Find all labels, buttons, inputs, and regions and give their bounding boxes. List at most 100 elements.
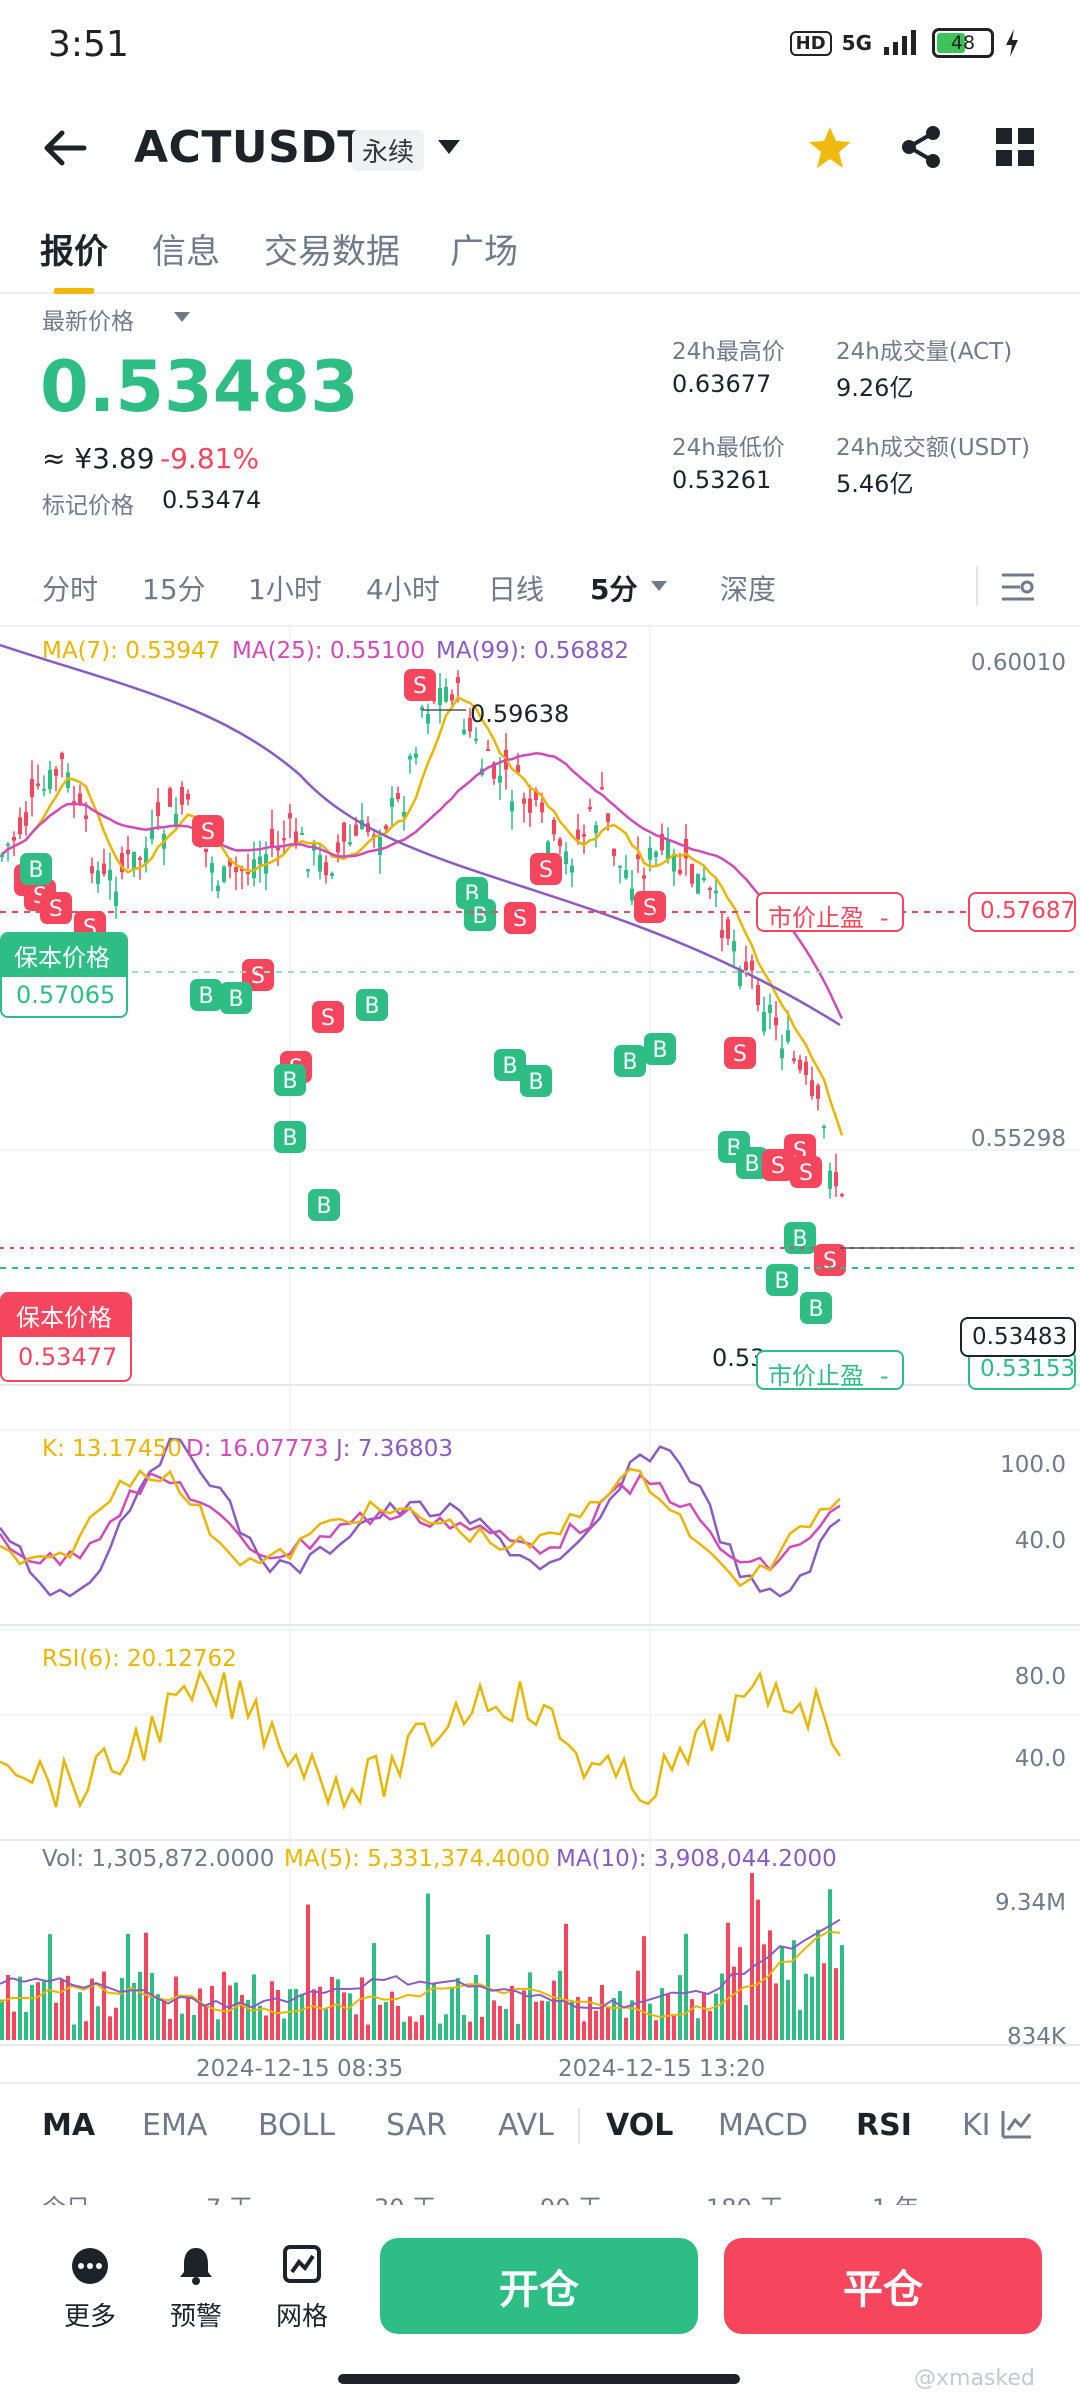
volume-bar (18, 1976, 22, 2040)
sell-marker: S (634, 891, 666, 923)
candle-body (612, 848, 616, 856)
candle-body (624, 870, 628, 879)
tf-1d[interactable]: 日线 (488, 568, 544, 608)
candle-body (618, 865, 622, 868)
sell-marker: S (404, 669, 436, 701)
tf-4h[interactable]: 4小时 (366, 568, 440, 608)
tf-divider (976, 566, 978, 606)
volume-bar (258, 2005, 262, 2040)
candle-body (444, 686, 448, 702)
kline-chart[interactable]: SSSBSBSSSBBSBBBBSSSBBSBBSBBSSSBBBSBB (0, 625, 1080, 2095)
tf-caret-icon[interactable] (650, 580, 668, 592)
more-label[interactable]: 更多 (50, 2296, 130, 2333)
volume-bar (648, 2003, 652, 2040)
ma99-legend: MA(99): 0.56882 (436, 638, 629, 664)
ind-sar[interactable]: SAR (386, 2108, 447, 2143)
breakeven-lower-tag[interactable]: 保本价格 0.53477 (0, 1292, 132, 1382)
volume-bar (372, 1943, 376, 2040)
tab-indicator (54, 288, 94, 294)
ind-kdj[interactable]: KI (962, 2108, 991, 2143)
hd-icon: HD (789, 30, 832, 56)
candle-body (528, 798, 532, 813)
svg-text:B: B (744, 1152, 759, 1177)
volume-bar (432, 1983, 436, 2040)
price-caret-icon[interactable] (172, 310, 192, 324)
vol-axis-top: 9.34M (994, 1890, 1066, 1916)
tab-trading-data[interactable]: 交易数据 (264, 224, 400, 273)
caret-down-icon[interactable] (436, 138, 462, 156)
volume-bar (42, 1981, 46, 2040)
tab-quote[interactable]: 报价 (40, 224, 108, 273)
symbol-title[interactable]: ACTUSDT (134, 122, 368, 173)
tab-square[interactable]: 广场 (450, 224, 518, 273)
volume-bar (792, 1940, 796, 2040)
ind-macd[interactable]: MACD (718, 2108, 808, 2143)
tf-15m[interactable]: 15分 (142, 568, 206, 608)
grid-label[interactable]: 网格 (262, 2296, 342, 2333)
volume-bar (126, 1933, 130, 2040)
tp-upper-tag[interactable]: 市价止盈 - (756, 892, 904, 932)
candle-body (324, 862, 328, 876)
grid-bot-icon[interactable] (282, 2244, 322, 2284)
volume-bar (318, 1986, 322, 2040)
tp-lower-tag[interactable]: 市价止盈 - (756, 1350, 904, 1390)
volume-bar (534, 2001, 538, 2040)
volume-bar (168, 2018, 172, 2040)
last-price-label[interactable]: 最新价格 (42, 302, 134, 336)
svg-text:S: S (413, 674, 427, 699)
tf-1h[interactable]: 1小时 (248, 568, 322, 608)
vol-ma5-label: MA(5): 5,331,374.4000 (284, 1846, 551, 1872)
bell-icon[interactable] (176, 2244, 216, 2286)
ind-avl[interactable]: AVL (498, 2108, 554, 2143)
volume-bar (30, 1984, 34, 2040)
back-arrow-icon[interactable] (42, 128, 88, 168)
volume-bar (192, 2015, 196, 2040)
close-position-button[interactable]: 平仓 (724, 2238, 1042, 2334)
candle-body (768, 1004, 772, 1013)
svg-text:S: S (201, 820, 215, 845)
mark-price-label: 标记价格 (42, 493, 134, 519)
svg-text:B: B (528, 1070, 543, 1095)
network-label: 5G (841, 31, 872, 55)
candle-body (30, 779, 34, 798)
chart-settings-icon[interactable] (1000, 572, 1036, 602)
open-position-button[interactable]: 开仓 (380, 2238, 698, 2334)
svg-text:B: B (282, 1069, 297, 1094)
ind-vol[interactable]: VOL (606, 2108, 673, 2143)
candle-body (132, 851, 136, 870)
share-icon[interactable] (898, 124, 944, 170)
ind-rsi[interactable]: RSI (856, 2108, 912, 2143)
candle-body (60, 753, 64, 760)
star-icon[interactable] (806, 124, 854, 172)
tf-depth[interactable]: 深度 (720, 568, 776, 608)
high-marker-label: 0.59638 (470, 700, 570, 728)
home-indicator (338, 2374, 740, 2384)
candle-body (204, 848, 208, 853)
candle-body (384, 825, 388, 830)
volume-bar (504, 2008, 508, 2040)
volume-bar (384, 2001, 388, 2040)
ind-boll[interactable]: BOLL (258, 2108, 335, 2143)
kdj-axis-top: 100.0 (1000, 1452, 1066, 1478)
more-icon[interactable] (70, 2246, 110, 2286)
ind-ema[interactable]: EMA (142, 2108, 207, 2143)
candle-body (348, 842, 352, 845)
alert-label[interactable]: 预警 (156, 2296, 236, 2333)
vol-label: Vol: 1,305,872.0000 (42, 1846, 275, 1872)
indicator-settings-icon[interactable] (1000, 2108, 1034, 2140)
tf-line[interactable]: 分时 (42, 568, 98, 608)
volume-bar (564, 1923, 568, 2040)
tab-info[interactable]: 信息 (152, 224, 220, 273)
tf-5m[interactable]: 5分 (590, 568, 637, 608)
breakeven-upper-tag[interactable]: 保本价格 0.57065 (0, 932, 128, 1018)
candle-body (390, 797, 394, 807)
candle-body (414, 753, 418, 758)
current-price-tag: 0.53483 (960, 1317, 1076, 1357)
grid-menu-icon[interactable] (994, 126, 1036, 168)
volume-bar (396, 2005, 400, 2040)
ind-ma[interactable]: MA (42, 2108, 95, 2143)
volume-bar (162, 1998, 166, 2040)
low-value: 0.53261 (672, 466, 772, 494)
candle-body (834, 1172, 838, 1187)
candle-body (648, 847, 652, 860)
